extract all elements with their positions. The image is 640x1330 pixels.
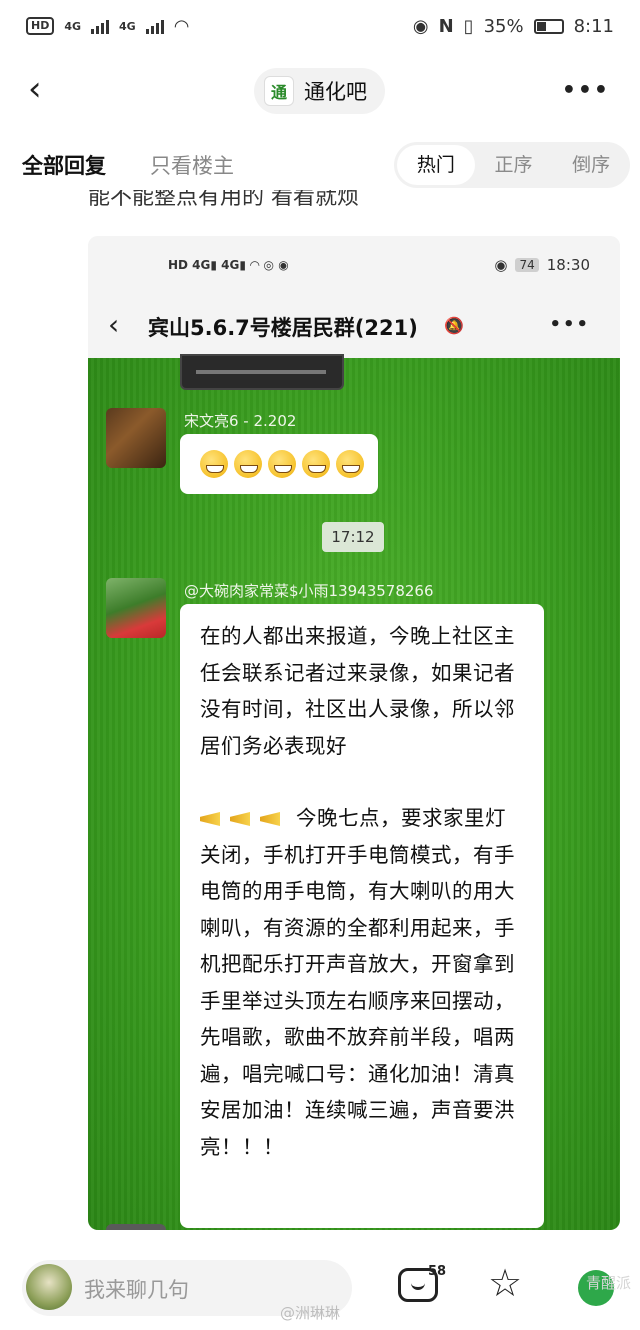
sort-descending[interactable]: 倒序	[552, 145, 630, 185]
message-bubble-emoji	[180, 434, 378, 494]
reply-tabs: 全部回复 只看楼主 热门 正序 倒序	[0, 138, 640, 190]
avatar-sender-1	[106, 408, 166, 468]
user-avatar[interactable]	[26, 1264, 72, 1310]
horn-icon	[200, 808, 226, 830]
horn-icon	[260, 808, 286, 830]
star-icon[interactable]: ☆	[488, 1264, 522, 1302]
notice-paragraph-2-lead: 今晚七点，要求家	[296, 806, 464, 830]
message-bubble-notice: 在的人都出来报道，今晚上社区主任会联系记者过来录像，如果记者没有时间，社区出人录…	[180, 604, 544, 1228]
more-dots-icon[interactable]: •••	[562, 78, 610, 103]
grin-emoji-icon	[336, 450, 364, 478]
grin-emoji-icon	[302, 450, 330, 478]
signal-icon	[91, 18, 110, 34]
sender-2-name: @大碗肉家常菜$小雨13943578266	[184, 582, 434, 600]
notice-paragraph-1: 在的人都出来报道，今晚上社区主任会联系记者过来录像，如果记者没有时间，社区出人录…	[200, 624, 515, 758]
embedded-status-bar: HD 4G▮ 4G▮ ◠ ◎ ◉ ◉ 74 18:30	[88, 236, 620, 294]
embedded-eye-icon: ◉	[494, 256, 508, 274]
status-bar: HD 4G 4G ◠ ◉ N ▯ 35% 8:11	[0, 0, 640, 52]
reply-input-placeholder: 我来聊几句	[84, 1278, 189, 1302]
horn-icon	[230, 808, 256, 830]
battery-percent: 35%	[483, 15, 524, 37]
grin-emoji-icon	[234, 450, 262, 478]
vibrate-icon: ▯	[463, 15, 474, 37]
bottom-action-bar: 我来聊几句 58 ☆ @洲琳琳 青醒派	[0, 1244, 640, 1330]
post-text-partial: 能不能整点有用的 看看就烦	[88, 190, 359, 210]
sort-hot[interactable]: 热门	[397, 145, 475, 185]
sim1-label: 4G	[64, 19, 82, 33]
chat-background: 宋文亮6 - 2.202 17:12 @大碗肉家常菜$小雨13943578266…	[88, 354, 620, 1230]
chat-time-badge: 17:12	[322, 522, 384, 552]
tab-op-only[interactable]: 只看楼主	[150, 150, 234, 180]
back-icon[interactable]: ‹	[28, 72, 42, 106]
post-image[interactable]: HD 4G▮ 4G▮ ◠ ◎ ◉ ◉ 74 18:30 ‹ 宾山5.6.7号楼居…	[88, 236, 620, 1230]
forum-name: 通化吧	[304, 80, 367, 104]
notice-paragraph-2: 今晚七点，要求家里灯关闭，手机打开手电筒模式，有手电筒的用手电筒，有大喇叭的用大…	[200, 800, 524, 1165]
forum-logo-icon: 通	[264, 76, 294, 106]
notice-paragraph-2-rest: 里灯关闭，手机打开手电筒模式，有手电筒的用手电筒，有大喇叭的用大喇叭，有资源的全…	[200, 806, 515, 1159]
avatar-sender-2	[106, 578, 166, 638]
sim2-label: 4G	[119, 19, 136, 33]
previous-message-card	[180, 354, 344, 390]
chat-more-icon: •••	[549, 314, 590, 335]
group-title: 宾山5.6.7号楼居民群(221)	[148, 316, 418, 340]
embedded-battery: 74	[515, 258, 539, 272]
watermark-brand: 青醒派	[586, 1274, 632, 1292]
clock: 8:11	[573, 15, 614, 37]
hd-indicator: HD	[26, 17, 55, 35]
embedded-signal-icons: HD 4G▮ 4G▮ ◠ ◎ ◉	[168, 258, 289, 272]
sort-segmented-control: 热门 正序 倒序	[394, 142, 630, 188]
top-nav: ‹ 通 通化吧 •••	[0, 58, 640, 124]
sender-1-name: 宋文亮6 - 2.202	[184, 412, 297, 430]
sort-ascending[interactable]: 正序	[475, 145, 553, 185]
mute-bell-icon: 🔕	[444, 316, 464, 335]
embedded-clock: 18:30	[546, 256, 590, 274]
grin-emoji-icon	[268, 450, 296, 478]
battery-icon	[533, 18, 564, 34]
watermark-weibo: @洲琳琳	[280, 1304, 341, 1322]
wifi-icon: ◠	[173, 15, 190, 37]
forum-pill[interactable]: 通 通化吧	[254, 68, 385, 114]
tab-all-replies[interactable]: 全部回复	[22, 150, 106, 180]
nfc-icon: N	[438, 15, 454, 37]
chat-header: ‹ 宾山5.6.7号楼居民群(221) 🔕 •••	[88, 294, 620, 358]
eye-icon: ◉	[412, 15, 429, 37]
reply-count-badge: 58	[428, 1264, 447, 1279]
signal-icon-2	[145, 18, 164, 34]
chat-back-icon: ‹	[108, 308, 120, 341]
grin-emoji-icon	[200, 450, 228, 478]
horn-emojis	[200, 800, 296, 837]
avatar-next-partial	[106, 1224, 166, 1230]
